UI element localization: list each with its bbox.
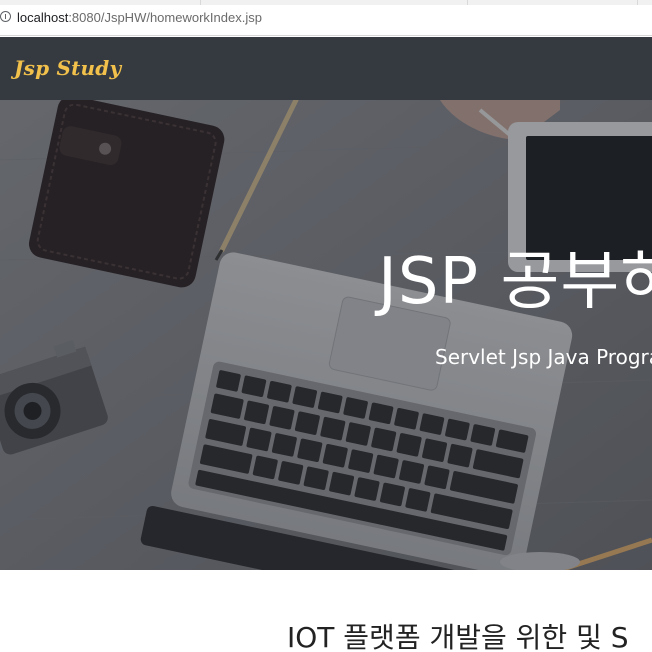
section-heading: IOT 플랫폼 개발을 위한 및 S [287,621,629,652]
url-host: localhost [17,10,69,25]
url-text[interactable]: localhost:8080/JspHW/homeworkIndex.jsp [17,10,262,26]
page: localhost:8080/JspHW/homeworkIndex.jsp J… [0,0,652,652]
hero-title: JSP 공부하 [378,245,652,319]
url-path: :8080/JspHW/homeworkIndex.jsp [68,10,262,25]
info-icon[interactable] [0,11,11,22]
hero-overlay [0,100,652,570]
address-bar[interactable]: localhost:8080/JspHW/homeworkIndex.jsp [0,0,652,36]
tab-strip-edge [0,0,652,5]
hero-banner: JSP 공부하 Servlet Jsp Java Program [0,100,652,570]
hero-subtitle: Servlet Jsp Java Program [435,345,652,369]
brand-link[interactable]: Jsp Study [14,54,121,82]
navbar: Jsp Study [0,37,652,100]
